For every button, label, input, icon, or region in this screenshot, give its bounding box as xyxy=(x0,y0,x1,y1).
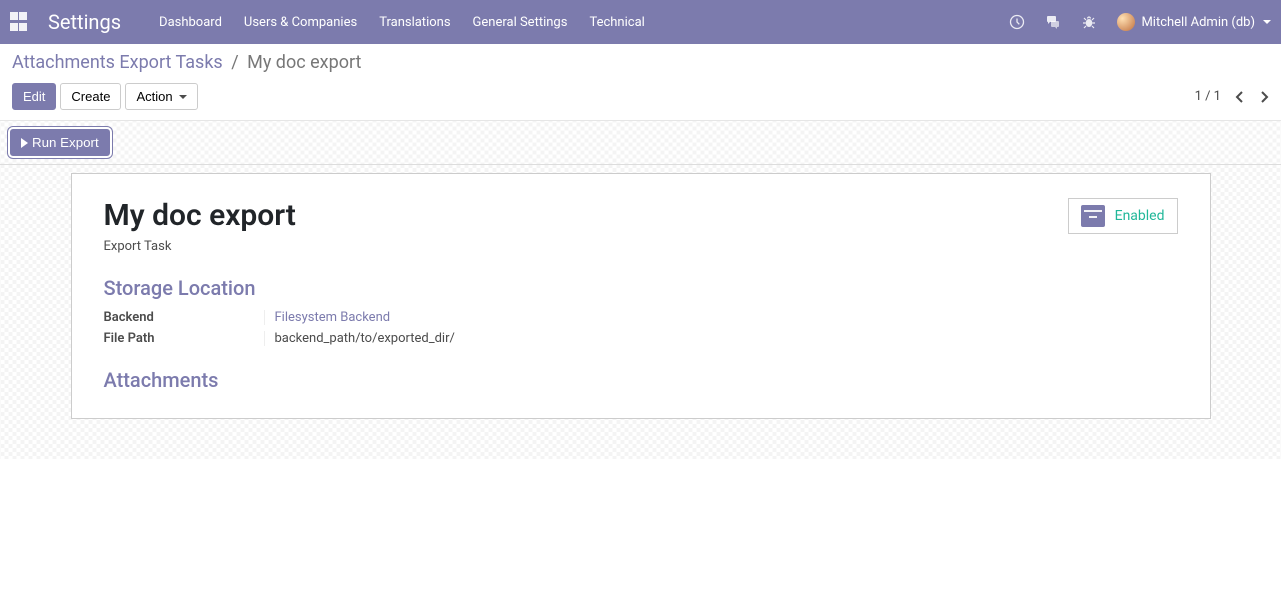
form-sheet: My doc export Export Task Enabled Storag… xyxy=(71,173,1211,419)
nav-dashboard[interactable]: Dashboard xyxy=(159,15,222,30)
breadcrumb: Attachments Export Tasks / My doc export xyxy=(12,52,1269,73)
control-bar: Attachments Export Tasks / My doc export… xyxy=(0,44,1281,120)
record-title: My doc export xyxy=(104,198,296,233)
form-background: My doc export Export Task Enabled Storag… xyxy=(0,165,1281,459)
sheet-header: My doc export Export Task Enabled xyxy=(104,198,1178,254)
archive-icon xyxy=(1081,205,1105,227)
filepath-value: backend_path/to/exported_dir/ xyxy=(264,331,455,346)
nav-translations[interactable]: Translations xyxy=(379,15,450,30)
record-subtitle: Export Task xyxy=(104,239,296,254)
action-button[interactable]: Action xyxy=(125,83,197,110)
statusbar: Run Export xyxy=(0,121,1281,165)
avatar xyxy=(1117,13,1135,31)
edit-button[interactable]: Edit xyxy=(12,83,56,110)
nav-general-settings[interactable]: General Settings xyxy=(473,15,568,30)
app-brand: Settings xyxy=(48,10,121,34)
breadcrumb-root[interactable]: Attachments Export Tasks xyxy=(12,52,223,73)
section-attachments: Attachments xyxy=(104,368,1178,392)
pager-next[interactable] xyxy=(1259,90,1269,104)
play-icon xyxy=(21,138,28,148)
breadcrumb-current: My doc export xyxy=(247,52,361,73)
caret-down-icon xyxy=(179,95,187,99)
discuss-icon[interactable] xyxy=(1045,14,1061,30)
status-badge[interactable]: Enabled xyxy=(1068,198,1178,234)
field-backend: Backend Filesystem Backend xyxy=(104,310,1178,325)
backend-value-link[interactable]: Filesystem Backend xyxy=(275,310,391,325)
action-label: Action xyxy=(136,89,172,104)
breadcrumb-sep: / xyxy=(231,52,238,73)
navbar: Settings Dashboard Users & Companies Tra… xyxy=(0,0,1281,44)
create-button[interactable]: Create xyxy=(60,83,121,110)
field-filepath: File Path backend_path/to/exported_dir/ xyxy=(104,331,1178,346)
backend-label: Backend xyxy=(104,310,264,325)
pager-prev[interactable] xyxy=(1235,90,1245,104)
user-menu[interactable]: Mitchell Admin (db) xyxy=(1117,13,1271,31)
debug-icon[interactable] xyxy=(1081,14,1097,30)
nav-right: Mitchell Admin (db) xyxy=(1009,13,1271,31)
nav-users-companies[interactable]: Users & Companies xyxy=(244,15,357,30)
sheet-title-block: My doc export Export Task xyxy=(104,198,296,254)
user-name: Mitchell Admin (db) xyxy=(1141,15,1255,30)
control-row: Edit Create Action 1 / 1 xyxy=(12,83,1269,110)
run-export-label: Run Export xyxy=(32,135,99,150)
apps-icon[interactable] xyxy=(10,12,30,32)
nav-menu: Dashboard Users & Companies Translations… xyxy=(159,15,645,30)
pager-text: 1 / 1 xyxy=(1195,89,1221,104)
filepath-label: File Path xyxy=(104,331,264,346)
status-label: Enabled xyxy=(1115,208,1165,224)
caret-down-icon xyxy=(1263,20,1271,24)
nav-technical[interactable]: Technical xyxy=(589,15,644,30)
section-storage-location: Storage Location xyxy=(104,276,1178,300)
activities-icon[interactable] xyxy=(1009,14,1025,30)
run-export-button[interactable]: Run Export xyxy=(10,129,110,156)
pager: 1 / 1 xyxy=(1195,89,1269,104)
